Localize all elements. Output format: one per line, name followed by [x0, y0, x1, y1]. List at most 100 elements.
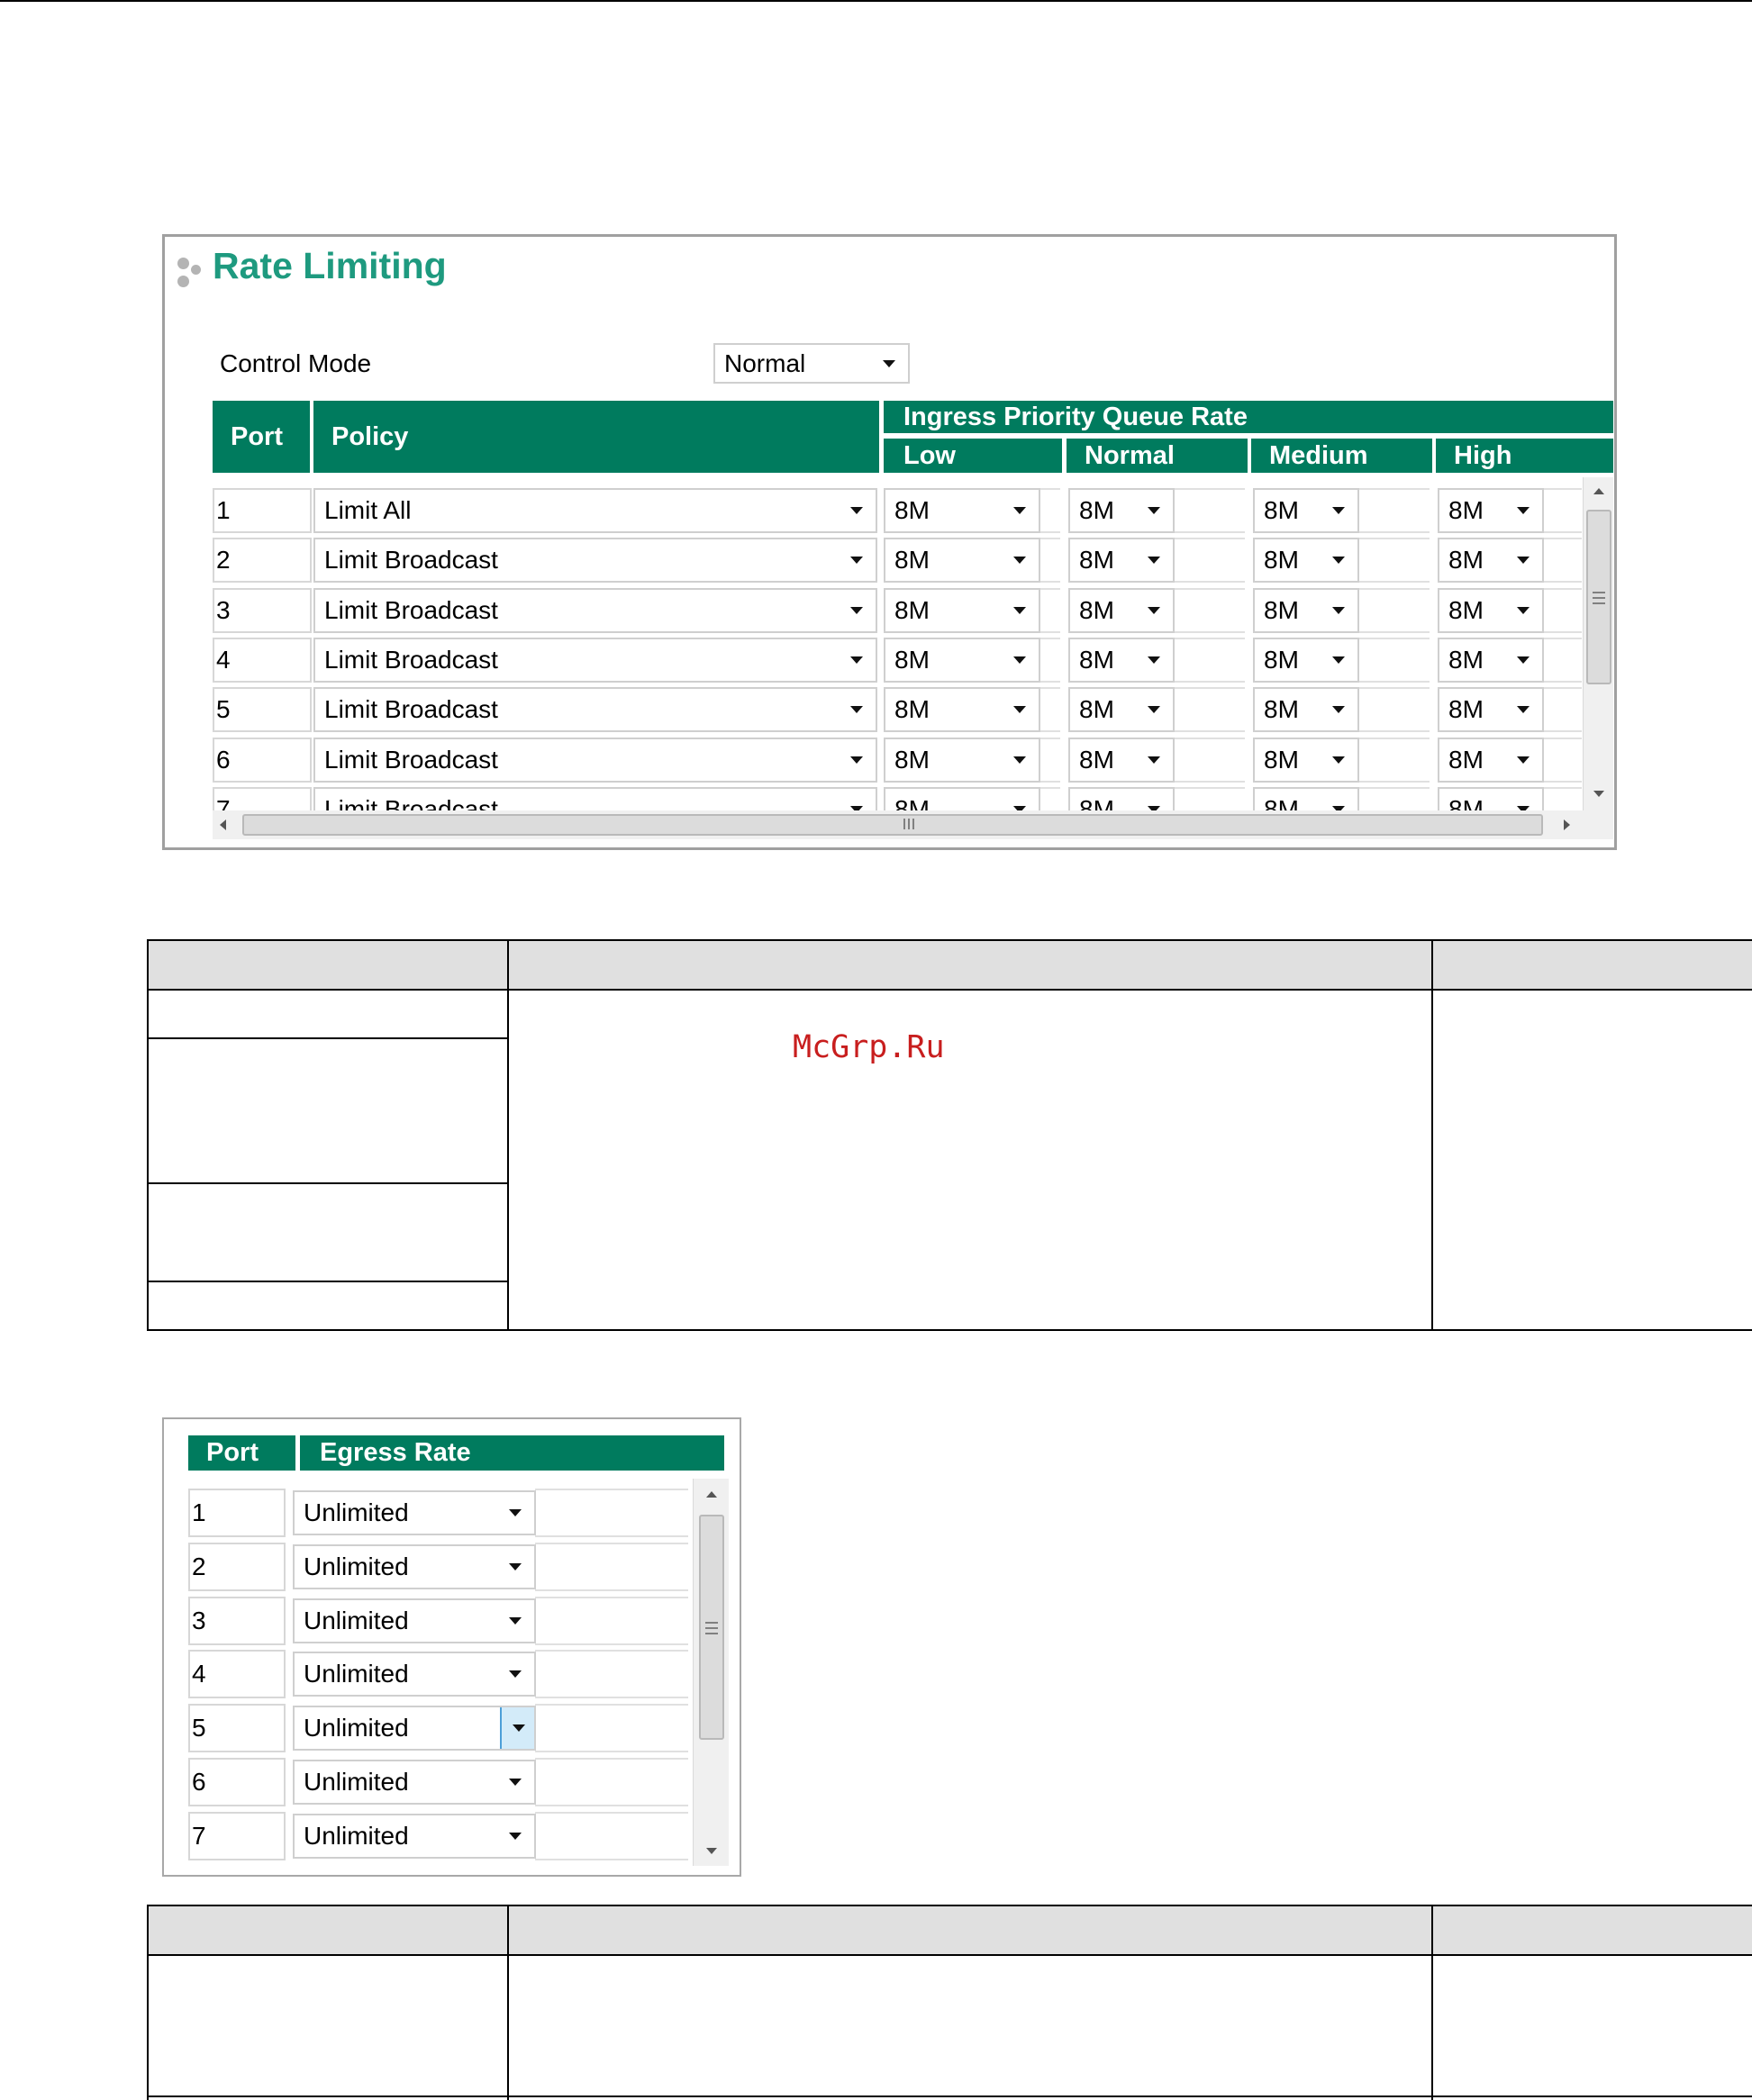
cell-divider [1359, 687, 1430, 690]
policy-select[interactable]: Limit Broadcast [313, 587, 877, 633]
control-mode-select[interactable]: Normal [713, 343, 910, 384]
medium-rate-select[interactable]: 8M [1253, 687, 1359, 733]
high-rate-select[interactable]: 8M [1438, 538, 1544, 584]
table-row: 3 Limit Broadcast 8M 8M 8M 8M [213, 587, 1582, 635]
cell-divider [1040, 581, 1060, 584]
scroll-thumb[interactable] [1586, 510, 1611, 684]
normal-rate-select[interactable]: 8M [1068, 637, 1175, 683]
cell-divider [535, 1542, 688, 1544]
cell-divider [1359, 531, 1430, 533]
cell-divider [1175, 786, 1245, 789]
chevron-down-icon [1332, 606, 1345, 614]
egress-rate-select[interactable]: Unlimited [293, 1813, 536, 1859]
table-row: 3 Unlimited [188, 1596, 689, 1647]
high-rate-select[interactable]: 8M [1438, 587, 1544, 633]
egress-rate-select[interactable]: Unlimited [293, 1652, 536, 1697]
chevron-down-icon [850, 656, 863, 664]
cell-divider [535, 1535, 688, 1537]
low-rate-select[interactable]: 8M [884, 637, 1040, 683]
medium-rate-select[interactable]: 8M [1253, 538, 1359, 584]
egress-rate-select[interactable]: Unlimited [293, 1490, 536, 1535]
medium-rate-select-value: 8M [1264, 794, 1299, 810]
medium-rate-select[interactable]: 8M [1253, 786, 1359, 810]
normal-rate-select[interactable]: 8M [1068, 786, 1175, 810]
medium-rate-select[interactable]: 8M [1253, 488, 1359, 533]
normal-rate-select[interactable]: 8M [1068, 538, 1175, 584]
chevron-down-icon [1517, 606, 1530, 614]
policy-select[interactable]: Limit Broadcast [313, 538, 877, 584]
high-rate-select-value: 8M [1448, 595, 1484, 624]
chevron-down-icon [1517, 756, 1530, 764]
cell-divider [1040, 587, 1060, 590]
high-rate-select[interactable]: 8M [1438, 637, 1544, 683]
policy-select[interactable]: Limit Broadcast [313, 687, 877, 733]
normal-rate-select[interactable]: 8M [1068, 587, 1175, 633]
ingress-priority-queue-rate-header: Ingress Priority Queue Rate [884, 401, 1613, 433]
table-row: 4 Limit Broadcast 8M 8M 8M 8M [213, 637, 1582, 684]
ingress-horizontal-scrollbar[interactable] [213, 810, 1613, 839]
table-header-row [147, 1905, 1752, 1956]
high-rate-select-value: 8M [1448, 794, 1484, 810]
port-cell: 3 [213, 587, 312, 633]
cell-divider [1040, 737, 1060, 739]
cell-divider [535, 1805, 688, 1806]
policy-select[interactable]: Limit Broadcast [313, 637, 877, 683]
normal-rate-select-value: 8M [1079, 695, 1114, 724]
egress-rate-select[interactable]: Unlimited [293, 1760, 536, 1805]
low-rate-select[interactable]: 8M [884, 786, 1040, 810]
normal-rate-select-value: 8M [1079, 645, 1114, 674]
low-rate-select[interactable]: 8M [884, 587, 1040, 633]
chevron-down-icon [509, 1779, 522, 1786]
scroll-down-arrow-icon[interactable] [1593, 791, 1604, 797]
table-row: 1 Limit All 8M 8M 8M 8M [213, 488, 1582, 535]
cell-divider [1359, 786, 1430, 789]
chevron-down-icon [513, 1724, 525, 1733]
scroll-thumb[interactable] [699, 1515, 724, 1740]
page-title: Rate Limiting [213, 245, 447, 286]
high-rate-select[interactable]: 8M [1438, 488, 1544, 533]
egress-rate-select[interactable]: Unlimited [293, 1543, 536, 1589]
normal-rate-select[interactable]: 8M [1068, 488, 1175, 533]
parameter-table-2 [147, 1905, 1752, 2100]
low-rate-select[interactable]: 8M [884, 737, 1040, 783]
table-row: 1 Unlimited [188, 1489, 689, 1539]
low-rate-select-value: 8M [894, 645, 930, 674]
port-cell: 3 [188, 1596, 286, 1645]
chevron-down-icon [1332, 756, 1345, 764]
medium-rate-select[interactable]: 8M [1253, 637, 1359, 683]
table-row: 5 Limit Broadcast 8M 8M 8M 8M [213, 687, 1582, 734]
cell-divider [1544, 637, 1582, 639]
high-rate-select[interactable]: 8M [1438, 786, 1544, 810]
ingress-vertical-scrollbar[interactable] [1583, 477, 1613, 810]
port-column-header: Port [213, 401, 310, 473]
policy-select-value: Limit Broadcast [324, 695, 498, 724]
horizontal-scroll-thumb[interactable] [242, 814, 1543, 836]
policy-select[interactable]: Limit Broadcast [313, 786, 877, 810]
egress-rate-select[interactable]: Unlimited [293, 1598, 536, 1643]
low-rate-select[interactable]: 8M [884, 488, 1040, 533]
low-rate-select-value: 8M [894, 695, 930, 724]
low-rate-select[interactable]: 8M [884, 538, 1040, 584]
policy-select[interactable]: Limit All [313, 488, 877, 533]
scroll-left-arrow-icon[interactable] [220, 819, 226, 830]
scroll-down-arrow-icon[interactable] [706, 1848, 717, 1854]
medium-rate-select-value: 8M [1264, 645, 1299, 674]
port-cell: 1 [188, 1489, 286, 1537]
egress-rate-select[interactable]: Unlimited [293, 1706, 536, 1752]
medium-rate-select[interactable]: 8M [1253, 587, 1359, 633]
cell-divider [1544, 730, 1582, 733]
scroll-right-arrow-icon[interactable] [1564, 819, 1570, 830]
table-row: 4 Unlimited [188, 1650, 689, 1700]
normal-rate-select[interactable]: 8M [1068, 737, 1175, 783]
high-rate-select[interactable]: 8M [1438, 687, 1544, 733]
low-rate-select[interactable]: 8M [884, 687, 1040, 733]
medium-rate-select[interactable]: 8M [1253, 737, 1359, 783]
high-rate-select[interactable]: 8M [1438, 737, 1544, 783]
chevron-down-icon [509, 1670, 522, 1679]
egress-vertical-scrollbar[interactable] [693, 1479, 729, 1866]
scroll-up-arrow-icon[interactable] [706, 1491, 717, 1498]
policy-select[interactable]: Limit Broadcast [313, 737, 877, 783]
scroll-up-arrow-icon[interactable] [1593, 488, 1604, 494]
normal-rate-select[interactable]: 8M [1068, 687, 1175, 733]
low-rate-select-value: 8M [894, 595, 930, 624]
